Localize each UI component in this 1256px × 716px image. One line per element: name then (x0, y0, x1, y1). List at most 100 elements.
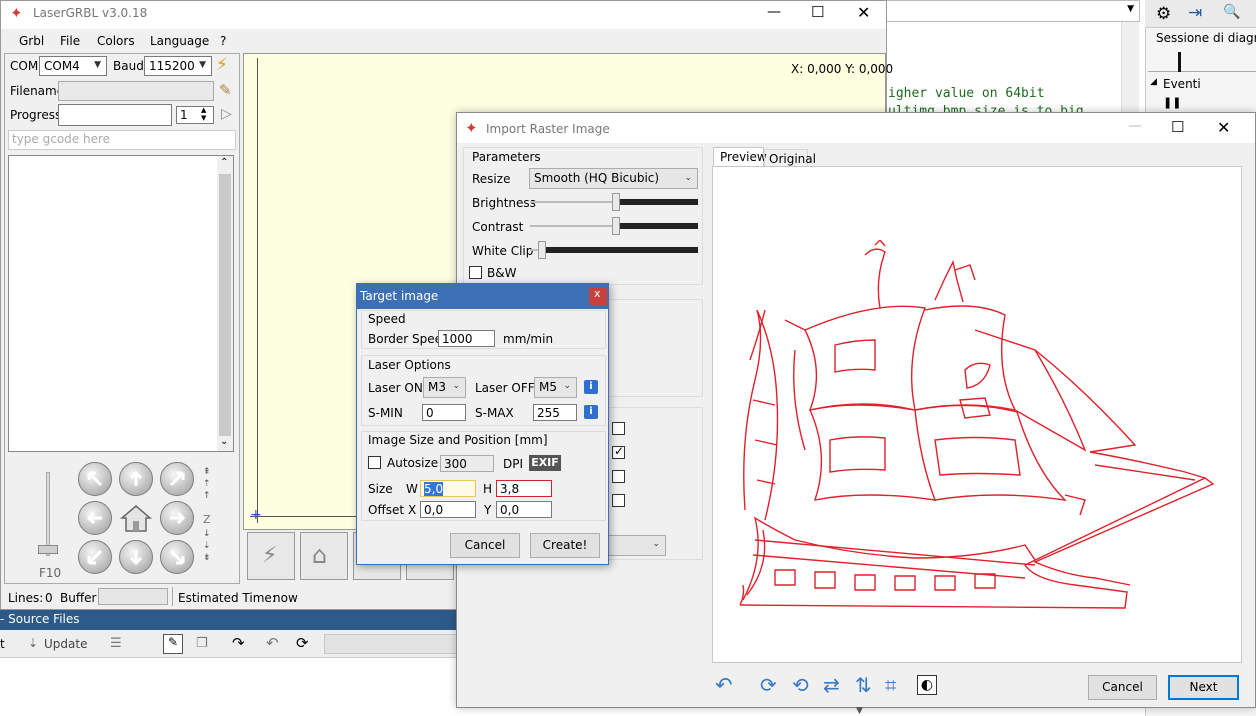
rotate-cw-icon[interactable]: ⟳ (760, 673, 786, 699)
border-speed-field[interactable]: 1000 (438, 330, 495, 347)
info-icon[interactable]: i (584, 405, 598, 419)
z-down-arrows-icon[interactable]: ↓ ⇣ ⇟ (203, 528, 211, 564)
jog-down-right-button[interactable] (160, 540, 194, 574)
background-toolbar-dropdown[interactable]: ▼ (886, 0, 1140, 22)
laser-on-select[interactable]: M3 ⌄ (423, 377, 466, 398)
play-icon[interactable]: ▷ (221, 106, 232, 122)
contrast-slider[interactable] (530, 217, 698, 236)
gcode-input[interactable]: type gcode here (8, 130, 236, 150)
scroll-up-icon[interactable]: ⌃ (220, 157, 228, 168)
option-checkbox-3[interactable] (612, 470, 625, 483)
update-button[interactable]: Update (44, 637, 87, 651)
flip-horizontal-icon[interactable]: ⇄ (823, 673, 849, 699)
rotate-icon[interactable]: ↶ (715, 673, 741, 699)
offset-x-field[interactable]: 0,0 (420, 501, 476, 518)
target-close-button[interactable]: x (589, 287, 607, 305)
pencil-icon[interactable]: ✎ (163, 634, 183, 654)
update-icon[interactable]: ⇣ (28, 636, 38, 650)
jog-right-button[interactable] (160, 501, 194, 535)
jog-down-button[interactable] (119, 540, 153, 574)
invert-icon[interactable]: ◐ (917, 675, 937, 695)
menu-grbl[interactable]: Grbl (19, 34, 44, 48)
crop-icon[interactable]: ⌗ (885, 673, 911, 699)
open-file-icon[interactable]: ✎ (219, 81, 232, 99)
console-log[interactable] (8, 155, 234, 452)
console-scrollbar[interactable]: ⌃ ⌄ (217, 156, 233, 451)
speed-unit-label: mm/min (503, 332, 554, 346)
bw-checkbox[interactable] (469, 266, 482, 279)
jog-speed-thumb[interactable] (38, 545, 58, 554)
refresh-icon[interactable]: ⟳ (296, 634, 309, 652)
jog-left-button[interactable] (78, 501, 112, 535)
maximize-icon[interactable]: ☐ (811, 3, 824, 21)
scroll-down-icon[interactable]: ▼ (856, 706, 863, 716)
export-icon[interactable]: ⇥ (1188, 3, 1202, 23)
info-icon[interactable]: i (584, 380, 598, 394)
com-select[interactable]: COM4 ▼ (39, 56, 107, 76)
white-clip-slider[interactable] (530, 241, 698, 260)
menu-language[interactable]: Language (150, 34, 209, 48)
jog-home-button[interactable] (119, 501, 153, 535)
exif-button[interactable]: EXIF (529, 455, 561, 471)
white-clip-slider-thumb[interactable] (538, 241, 546, 259)
close-icon[interactable]: ✕ (1217, 118, 1230, 137)
list-icon[interactable]: ☰ (110, 636, 122, 651)
custom-button-home[interactable]: ⌂ (300, 532, 348, 580)
speed-group-label: Speed (368, 312, 406, 326)
minimize-icon[interactable]: — (1128, 118, 1142, 134)
undo-icon[interactable]: ↶ (266, 634, 279, 652)
close-icon[interactable]: ✕ (857, 3, 870, 22)
autosize-checkbox[interactable] (368, 456, 381, 469)
import-next-button[interactable]: Next (1168, 675, 1239, 700)
stepper-arrows-icon[interactable]: ▲ ▼ (201, 106, 206, 122)
jog-up-right-button[interactable] (160, 462, 194, 496)
baud-select[interactable]: 115200 ▼ (144, 56, 212, 76)
zoom-icon[interactable]: 🔍 (1223, 4, 1240, 20)
custom-button-laser[interactable]: ⚡ (247, 532, 295, 580)
toolbar-search-field[interactable] (324, 634, 460, 654)
smin-field[interactable]: 0 (422, 404, 466, 421)
laser-off-select[interactable]: M5 ⌄ (534, 377, 577, 398)
gear-icon[interactable]: ⚙ (1156, 4, 1171, 24)
option-select[interactable]: ⌄ (600, 535, 666, 556)
filename-field[interactable] (58, 81, 214, 101)
width-field[interactable]: 5,0 (420, 480, 476, 497)
jog-up-button[interactable] (119, 462, 153, 496)
brightness-slider-thumb[interactable] (612, 193, 620, 211)
menu-file[interactable]: File (60, 34, 80, 48)
connect-icon[interactable]: ⚡ (216, 55, 228, 75)
import-cancel-button[interactable]: Cancel (1088, 675, 1157, 700)
redo-icon[interactable]: ↷ (232, 634, 245, 652)
smax-field[interactable]: 255 (533, 404, 577, 421)
menu-help[interactable]: ? (220, 34, 226, 48)
jog-speed-slider[interactable] (46, 472, 50, 556)
pause-icon[interactable]: ❚❚ (1163, 96, 1181, 109)
jog-up-left-button[interactable] (78, 462, 112, 496)
minimize-icon[interactable]: — (767, 4, 781, 20)
checkmark-icon: ✓ (614, 444, 625, 458)
run-count-stepper[interactable]: 1 (176, 106, 214, 124)
jog-down-left-button[interactable] (78, 540, 112, 574)
copy-icon[interactable]: ❐ (196, 636, 208, 651)
scroll-down-icon[interactable]: ⌄ (220, 436, 228, 447)
autosize-label: Autosize (387, 456, 439, 470)
target-cancel-button[interactable]: Cancel (450, 533, 520, 558)
dpi-field[interactable]: 300 (440, 455, 494, 472)
option-checkbox-2[interactable]: ✓ (612, 444, 625, 459)
offset-y-field[interactable]: 0,0 (496, 501, 552, 518)
height-field[interactable]: 3,8 (496, 480, 552, 497)
option-checkbox-1[interactable] (612, 422, 625, 435)
flip-vertical-icon[interactable]: ⇅ (855, 673, 881, 699)
rotate-ccw-icon[interactable]: ⟲ (792, 673, 818, 699)
collapse-triangle-icon[interactable]: ◢ (1150, 77, 1157, 87)
create-button[interactable]: Create! (530, 533, 600, 558)
resize-select[interactable]: Smooth (HQ Bicubic) ⌄ (529, 168, 698, 189)
scroll-thumb[interactable] (219, 174, 231, 436)
maximize-icon[interactable]: ☐ (1171, 118, 1184, 136)
contrast-label: Contrast (472, 220, 524, 234)
z-up-arrows-icon[interactable]: ⇞ ⇡ ↑ (203, 466, 211, 502)
brightness-slider[interactable] (530, 193, 698, 212)
option-checkbox-4[interactable] (612, 494, 625, 507)
contrast-slider-thumb[interactable] (612, 217, 620, 235)
menu-colors[interactable]: Colors (97, 34, 135, 48)
